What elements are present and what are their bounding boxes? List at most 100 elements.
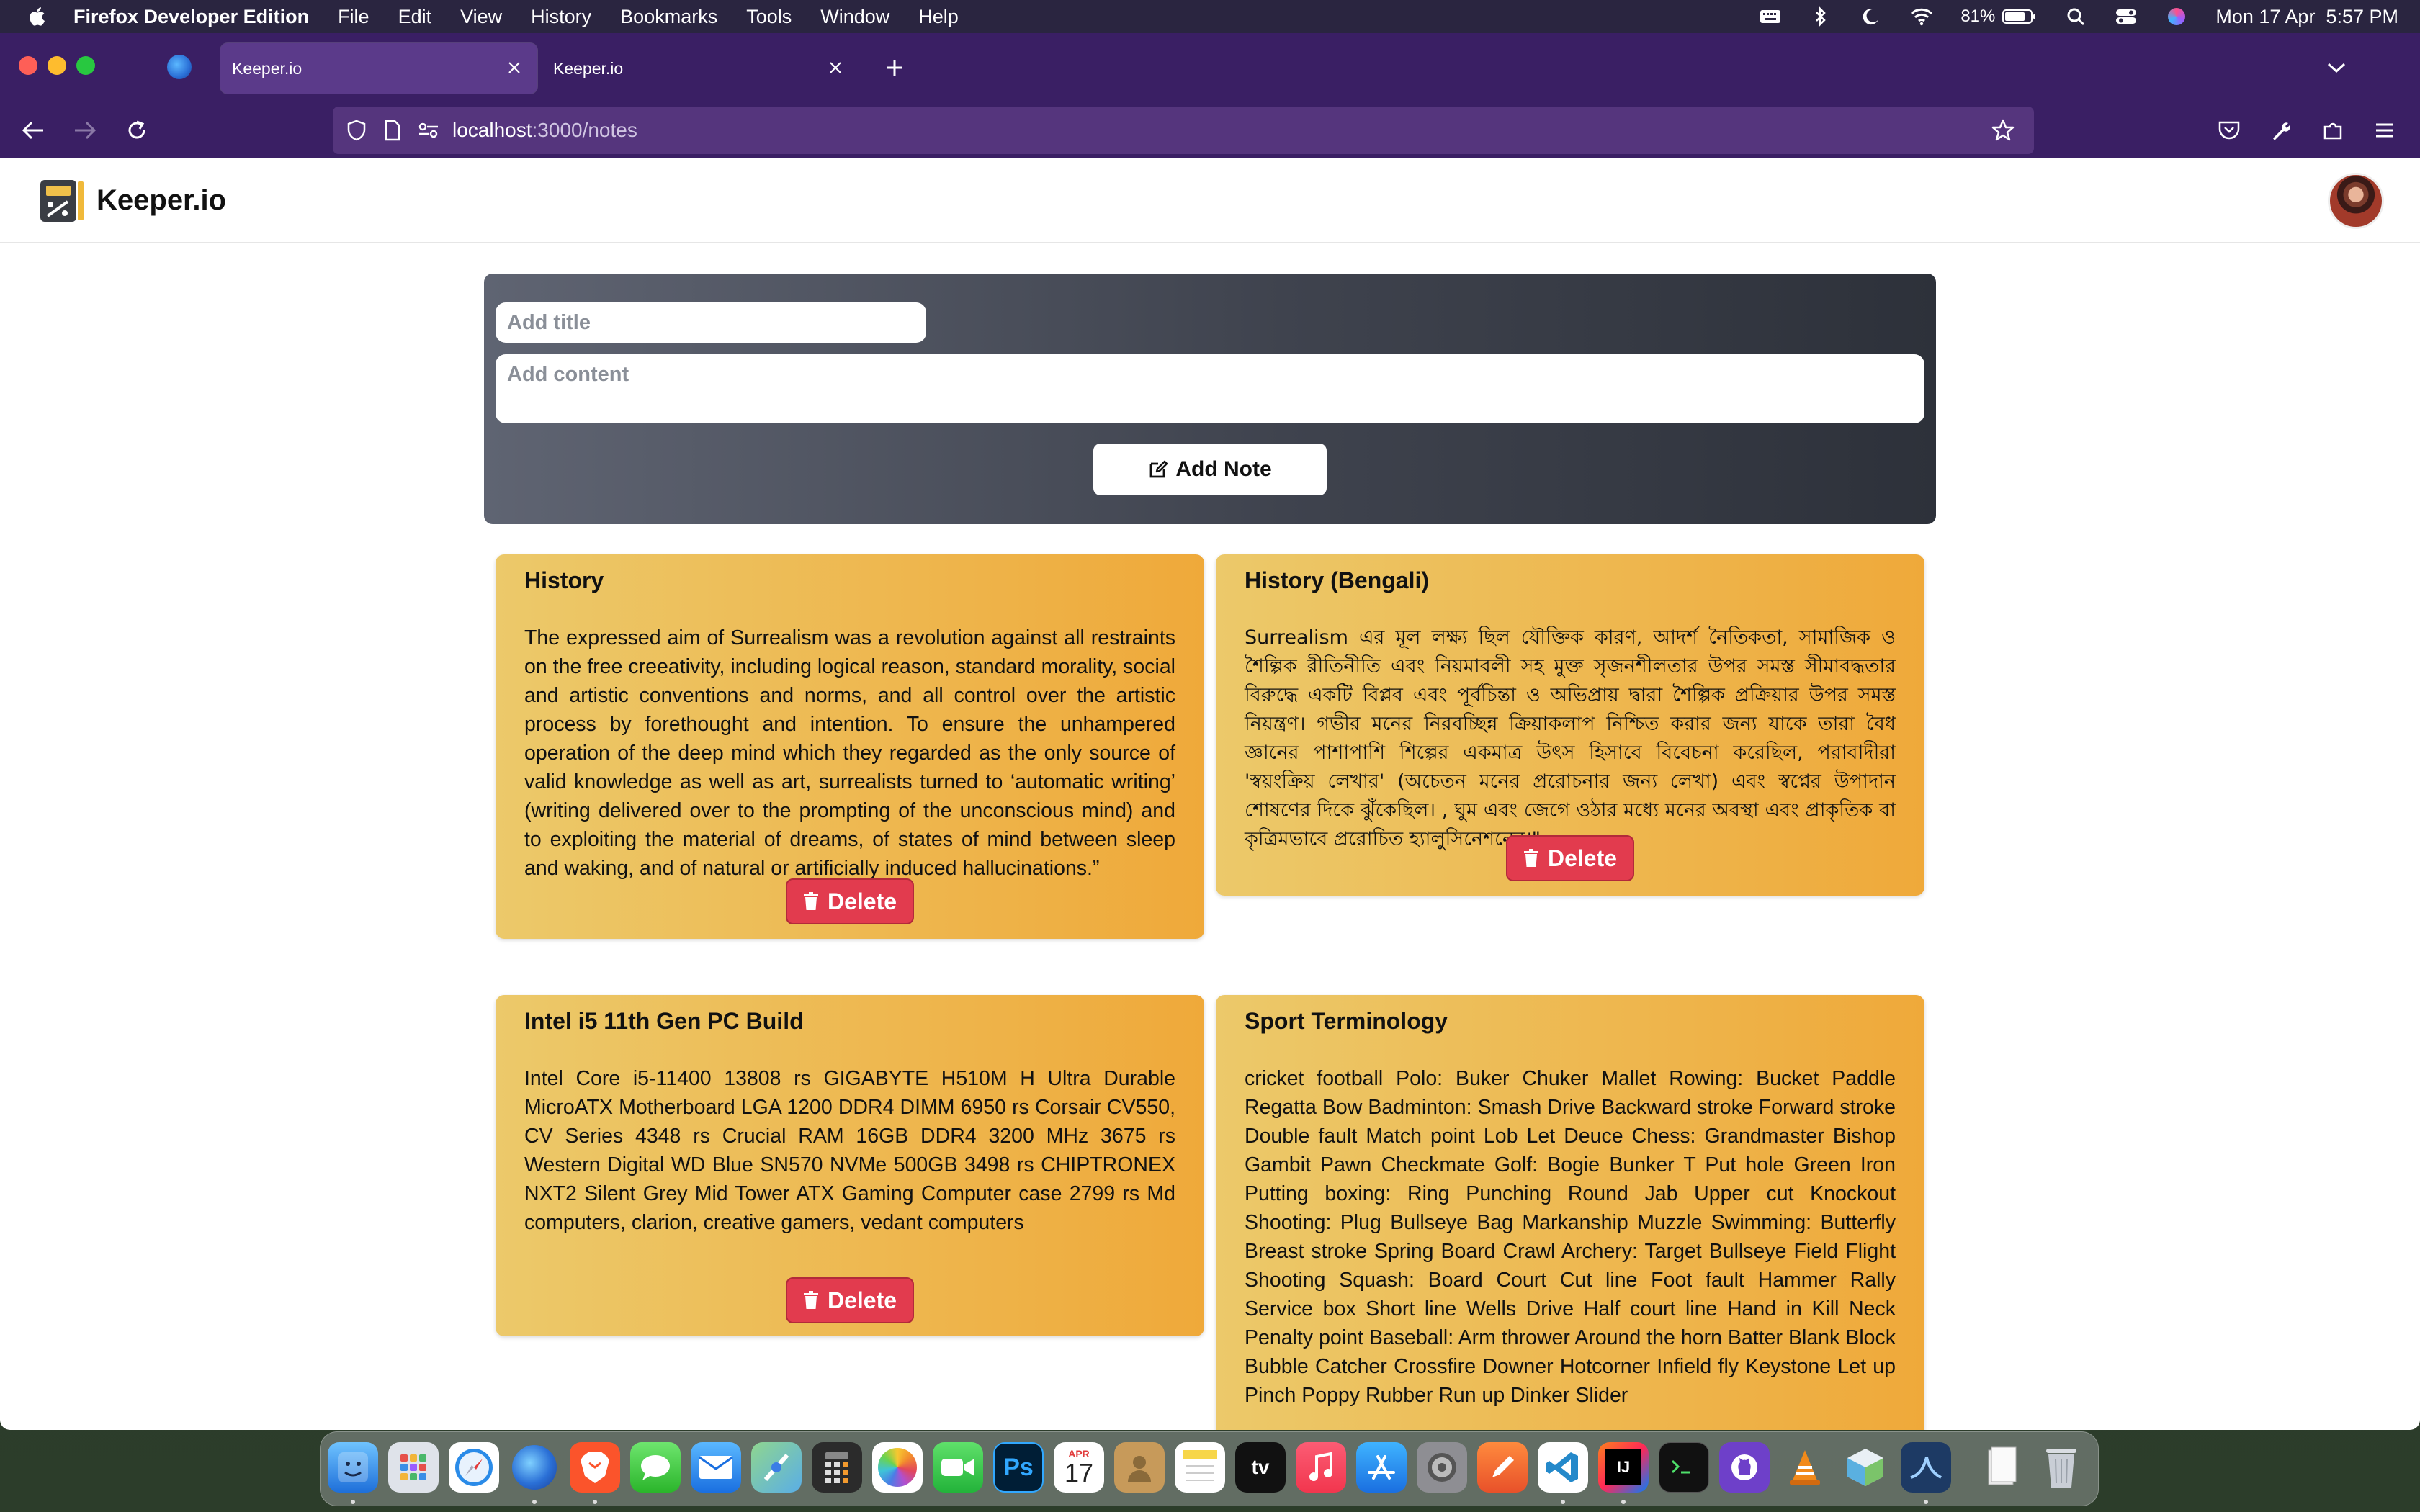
menu-bookmarks[interactable]: Bookmarks xyxy=(620,6,717,28)
tab-keeper-inactive[interactable]: Keeper.io xyxy=(542,43,859,94)
close-tab-icon[interactable] xyxy=(503,56,526,79)
note-title: History (Bengali) xyxy=(1245,567,1430,593)
intellij-label: IJ xyxy=(1605,1449,1641,1485)
tab-keeper-active[interactable]: Keeper.io xyxy=(220,43,537,94)
pen-app-icon[interactable] xyxy=(1477,1442,1528,1493)
keyboard-icon[interactable] xyxy=(1759,6,1782,27)
app-header: Keeper.io xyxy=(0,158,2420,243)
brave-lion-icon[interactable] xyxy=(570,1442,620,1493)
menu-tools[interactable]: Tools xyxy=(746,6,792,28)
trash-icon xyxy=(1523,849,1538,867)
intellij-icon[interactable]: IJ xyxy=(1598,1442,1649,1493)
menu-history[interactable]: History xyxy=(531,6,591,28)
apple-tv-label: tv xyxy=(1251,1456,1270,1478)
maps-icon[interactable] xyxy=(751,1442,802,1493)
contacts-icon[interactable] xyxy=(1114,1442,1165,1493)
vlc-cone-icon[interactable] xyxy=(1780,1442,1830,1493)
menu-window[interactable]: Window xyxy=(820,6,889,28)
terminal-icon[interactable] xyxy=(1659,1442,1709,1493)
cube-app-icon[interactable] xyxy=(1840,1442,1891,1493)
bookmark-star-icon[interactable] xyxy=(1989,117,2017,144)
note-card: History The expressed aim of Surrealism … xyxy=(496,554,1204,939)
siri-icon[interactable] xyxy=(2165,6,2188,27)
documents-stack-icon[interactable] xyxy=(1976,1442,2026,1493)
note-content: Intel Core i5-11400 13808 rs GIGABYTE H5… xyxy=(524,1067,1175,1234)
battery-status[interactable]: 81% xyxy=(1960,6,2037,27)
facetime-icon[interactable] xyxy=(933,1442,983,1493)
trash-icon xyxy=(803,1291,818,1309)
hamburger-menu-icon[interactable] xyxy=(2368,114,2401,147)
app-brand-name[interactable]: Keeper.io xyxy=(97,179,226,222)
forward-arrow-icon[interactable] xyxy=(68,114,102,147)
running-indicator xyxy=(593,1500,597,1504)
menubar-clock[interactable]: Mon 17 Apr 5:57 PM xyxy=(2215,6,2398,28)
delete-note-button[interactable]: Delete xyxy=(786,878,914,924)
menu-file[interactable]: File xyxy=(338,6,369,28)
trash-bin-icon[interactable] xyxy=(2036,1442,2087,1493)
close-window-button[interactable] xyxy=(19,56,37,75)
calculator-icon[interactable] xyxy=(812,1442,862,1493)
close-tab-icon[interactable] xyxy=(824,56,847,79)
wifi-icon[interactable] xyxy=(1910,6,1933,27)
reload-icon[interactable] xyxy=(120,114,154,147)
note-title: Sport Terminology xyxy=(1245,1008,1448,1034)
permissions-icon[interactable] xyxy=(416,118,441,143)
calendar-icon[interactable]: APR 17 xyxy=(1054,1442,1104,1493)
app-store-icon[interactable] xyxy=(1356,1442,1407,1493)
mail-icon[interactable] xyxy=(691,1442,741,1493)
new-tab-plus-icon[interactable] xyxy=(880,53,909,82)
menu-edit[interactable]: Edit xyxy=(398,6,432,28)
note-card: Intel i5 11th Gen PC Build Intel Core i5… xyxy=(496,995,1204,1336)
menu-view[interactable]: View xyxy=(460,6,502,28)
note-title: History xyxy=(524,567,604,593)
messages-icon[interactable] xyxy=(630,1442,681,1493)
spotlight-search-icon[interactable] xyxy=(2064,6,2087,27)
page-viewport: Keeper.io Add Note History The expressed… xyxy=(0,158,2420,1430)
moon-icon[interactable] xyxy=(1860,6,1883,27)
url-host: localhost xyxy=(452,119,532,141)
page-icon[interactable] xyxy=(380,118,405,143)
notes-icon[interactable] xyxy=(1175,1442,1225,1493)
launchpad-icon[interactable] xyxy=(388,1442,439,1493)
apple-menu-icon[interactable] xyxy=(27,6,49,27)
macos-dock: Ps APR 17 tv IJ xyxy=(320,1431,2099,1506)
music-icon[interactable] xyxy=(1296,1442,1346,1493)
delete-note-button[interactable]: Delete xyxy=(1506,835,1634,881)
bluetooth-icon[interactable] xyxy=(1809,6,1832,27)
firefox-developer-edition-icon[interactable] xyxy=(509,1442,560,1493)
firefox-icon xyxy=(167,55,192,79)
github-desktop-icon[interactable] xyxy=(1719,1442,1770,1493)
apple-tv-icon[interactable]: tv xyxy=(1235,1442,1286,1493)
pocket-icon[interactable] xyxy=(2213,114,2246,147)
url-text[interactable]: localhost:3000/notes xyxy=(452,119,637,142)
finder-icon[interactable] xyxy=(328,1442,378,1493)
minimize-window-button[interactable] xyxy=(48,56,66,75)
devtools-wrench-icon[interactable] xyxy=(2264,114,2298,147)
photos-icon[interactable] xyxy=(872,1442,923,1493)
wireshark-fin-icon[interactable] xyxy=(1901,1442,1951,1493)
note-title-input[interactable] xyxy=(496,302,926,343)
vscode-icon[interactable] xyxy=(1538,1442,1588,1493)
safari-compass-icon[interactable] xyxy=(449,1442,499,1493)
app-menu-name[interactable]: Firefox Developer Edition xyxy=(73,6,309,28)
delete-note-button[interactable]: Delete xyxy=(786,1277,914,1323)
running-indicator xyxy=(351,1500,355,1504)
list-all-tabs-chevron-icon[interactable] xyxy=(2322,55,2351,81)
system-settings-gear-icon[interactable] xyxy=(1417,1442,1467,1493)
photoshop-label: Ps xyxy=(1003,1453,1034,1481)
note-card: Sport Terminology cricket football Polo:… xyxy=(1216,995,1924,1430)
delete-label: Delete xyxy=(827,1287,897,1313)
user-avatar[interactable] xyxy=(2328,173,2384,229)
extensions-icon[interactable] xyxy=(2316,114,2349,147)
shield-icon[interactable] xyxy=(344,118,369,143)
note-content-input[interactable] xyxy=(496,354,1924,423)
menu-help[interactable]: Help xyxy=(918,6,959,28)
control-center-icon[interactable] xyxy=(2115,6,2138,27)
photoshop-icon[interactable]: Ps xyxy=(993,1442,1044,1493)
add-note-button[interactable]: Add Note xyxy=(1093,444,1327,495)
zoom-window-button[interactable] xyxy=(76,56,95,75)
back-arrow-icon[interactable] xyxy=(16,114,50,147)
note-title: Intel i5 11th Gen PC Build xyxy=(524,1008,804,1034)
running-indicator xyxy=(1924,1500,1928,1504)
address-bar[interactable]: localhost:3000/notes xyxy=(333,107,2034,154)
